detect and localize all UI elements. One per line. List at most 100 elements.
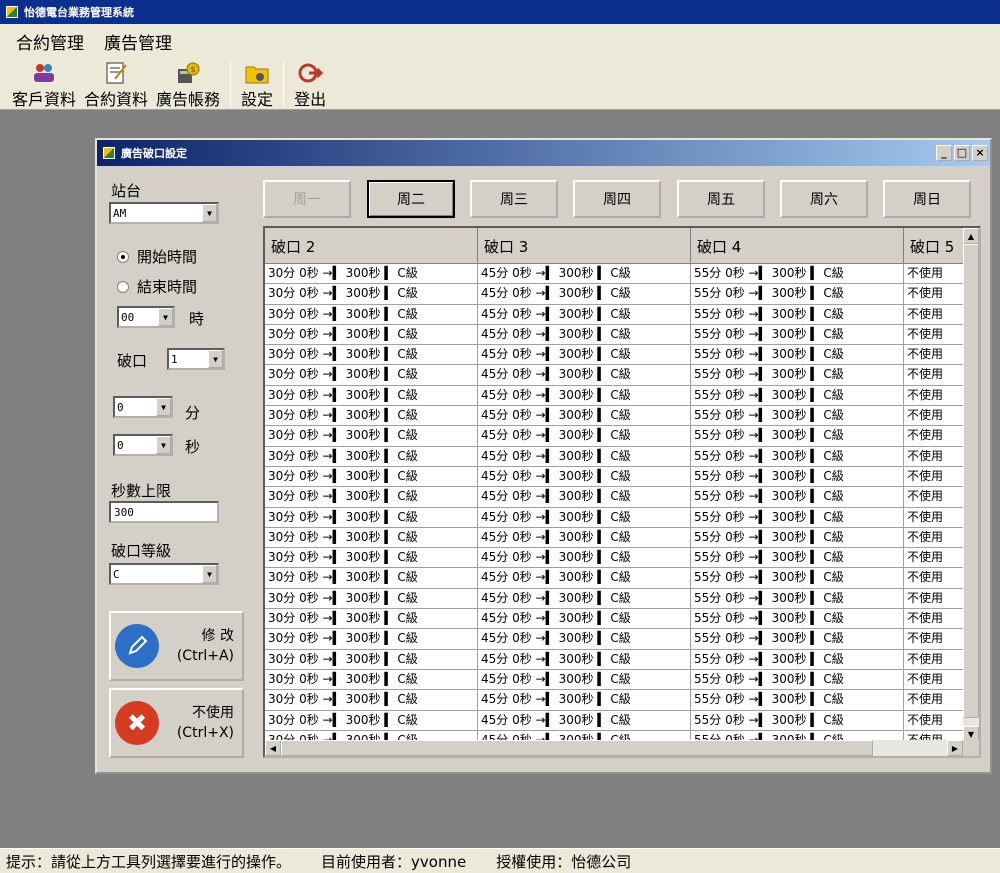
end-time-radio[interactable]: 結束時間 bbox=[117, 276, 197, 297]
table-cell[interactable]: 不使用 bbox=[904, 406, 966, 427]
table-cell[interactable]: 55分 0秒 →▍ 300秒 ▍ C級 bbox=[691, 568, 904, 589]
table-cell[interactable]: 45分 0秒 →▍ 300秒 ▍ C級 bbox=[478, 527, 691, 549]
table-row[interactable]: 30分 0秒 →▍ 300秒 ▍ C級45分 0秒 →▍ 300秒 ▍ C級55… bbox=[265, 527, 979, 549]
table-cell[interactable]: 45分 0秒 →▍ 300秒 ▍ C級 bbox=[478, 406, 691, 427]
table-cell[interactable]: 45分 0秒 →▍ 300秒 ▍ C級 bbox=[478, 548, 691, 569]
scroll-up-icon[interactable]: ▲ bbox=[963, 228, 979, 244]
table-cell[interactable]: 不使用 bbox=[904, 588, 966, 610]
tab-monday[interactable]: 周一 bbox=[263, 180, 351, 218]
table-row[interactable]: 30分 0秒 →▍ 300秒 ▍ C級45分 0秒 →▍ 300秒 ▍ C級55… bbox=[265, 548, 979, 569]
table-cell[interactable]: 55分 0秒 →▍ 300秒 ▍ C級 bbox=[691, 264, 904, 285]
table-cell[interactable]: 不使用 bbox=[904, 426, 966, 447]
table-cell[interactable]: 45分 0秒 →▍ 300秒 ▍ C級 bbox=[478, 264, 691, 285]
seconds-limit-input[interactable]: 300 bbox=[109, 501, 219, 523]
table-cell[interactable]: 55分 0秒 →▍ 300秒 ▍ C級 bbox=[691, 649, 904, 670]
table-cell[interactable]: 30分 0秒 →▍ 300秒 ▍ C級 bbox=[265, 609, 478, 630]
table-cell[interactable]: 55分 0秒 →▍ 300秒 ▍ C級 bbox=[691, 304, 904, 325]
toolbar-logout-button[interactable]: 登出 bbox=[290, 58, 330, 112]
table-row[interactable]: 30分 0秒 →▍ 300秒 ▍ C級45分 0秒 →▍ 300秒 ▍ C級55… bbox=[265, 690, 979, 711]
menu-contract[interactable]: 合約管理 bbox=[6, 25, 94, 58]
table-cell[interactable]: 45分 0秒 →▍ 300秒 ▍ C級 bbox=[478, 669, 691, 691]
table-row[interactable]: 30分 0秒 →▍ 300秒 ▍ C級45分 0秒 →▍ 300秒 ▍ C級55… bbox=[265, 446, 979, 467]
toolbar-contract-button[interactable]: 合約資料 bbox=[80, 58, 152, 112]
hour-select[interactable]: 00 ▼ bbox=[117, 306, 175, 328]
table-cell[interactable]: 45分 0秒 →▍ 300秒 ▍ C級 bbox=[478, 324, 691, 346]
table-cell[interactable]: 45分 0秒 →▍ 300秒 ▍ C級 bbox=[478, 507, 691, 528]
table-row[interactable]: 30分 0秒 →▍ 300秒 ▍ C級45分 0秒 →▍ 300秒 ▍ C級55… bbox=[265, 568, 979, 589]
minimize-button[interactable]: _ bbox=[936, 145, 952, 161]
table-cell[interactable]: 不使用 bbox=[904, 690, 966, 711]
table-cell[interactable]: 55分 0秒 →▍ 300秒 ▍ C級 bbox=[691, 527, 904, 549]
table-cell[interactable]: 55分 0秒 →▍ 300秒 ▍ C級 bbox=[691, 710, 904, 731]
table-cell[interactable]: 不使用 bbox=[904, 487, 966, 508]
table-row[interactable]: 30分 0秒 →▍ 300秒 ▍ C級45分 0秒 →▍ 300秒 ▍ C級55… bbox=[265, 426, 979, 447]
table-cell[interactable]: 30分 0秒 →▍ 300秒 ▍ C級 bbox=[265, 548, 478, 569]
table-cell[interactable]: 不使用 bbox=[904, 548, 966, 569]
grid-header-cell[interactable]: 破口 3 bbox=[478, 228, 691, 264]
table-cell[interactable]: 30分 0秒 →▍ 300秒 ▍ C級 bbox=[265, 365, 478, 386]
table-cell[interactable]: 55分 0秒 →▍ 300秒 ▍ C級 bbox=[691, 588, 904, 610]
table-row[interactable]: 30分 0秒 →▍ 300秒 ▍ C級45分 0秒 →▍ 300秒 ▍ C級55… bbox=[265, 345, 979, 366]
table-row[interactable]: 30分 0秒 →▍ 300秒 ▍ C級45分 0秒 →▍ 300秒 ▍ C級55… bbox=[265, 609, 979, 630]
table-cell[interactable]: 30分 0秒 →▍ 300秒 ▍ C級 bbox=[265, 568, 478, 589]
table-cell[interactable]: 55分 0秒 →▍ 300秒 ▍ C級 bbox=[691, 385, 904, 407]
toolbar-customers-button[interactable]: 客戶資料 bbox=[8, 58, 80, 112]
table-cell[interactable]: 不使用 bbox=[904, 466, 966, 488]
table-cell[interactable]: 不使用 bbox=[904, 345, 966, 366]
table-cell[interactable]: 55分 0秒 →▍ 300秒 ▍ C級 bbox=[691, 548, 904, 569]
grid-header-cell[interactable]: 破口 5 bbox=[904, 228, 966, 264]
table-cell[interactable]: 不使用 bbox=[904, 304, 966, 325]
table-cell[interactable]: 45分 0秒 →▍ 300秒 ▍ C級 bbox=[478, 345, 691, 366]
table-cell[interactable]: 45分 0秒 →▍ 300秒 ▍ C級 bbox=[478, 426, 691, 447]
table-cell[interactable]: 45分 0秒 →▍ 300秒 ▍ C級 bbox=[478, 588, 691, 610]
table-row[interactable]: 30分 0秒 →▍ 300秒 ▍ C級45分 0秒 →▍ 300秒 ▍ C級55… bbox=[265, 629, 979, 650]
vertical-scrollbar[interactable]: ▲ ▼ bbox=[963, 228, 979, 742]
grid-header-cell[interactable]: 破口 2 bbox=[265, 228, 478, 264]
table-cell[interactable]: 不使用 bbox=[904, 710, 966, 731]
table-cell[interactable]: 45分 0秒 →▍ 300秒 ▍ C級 bbox=[478, 649, 691, 670]
table-cell[interactable]: 55分 0秒 →▍ 300秒 ▍ C級 bbox=[691, 324, 904, 346]
table-cell[interactable]: 不使用 bbox=[904, 669, 966, 691]
table-cell[interactable]: 45分 0秒 →▍ 300秒 ▍ C級 bbox=[478, 629, 691, 650]
table-cell[interactable]: 30分 0秒 →▍ 300秒 ▍ C級 bbox=[265, 324, 478, 346]
second-select[interactable]: 0 ▼ bbox=[113, 434, 173, 456]
table-cell[interactable]: 45分 0秒 →▍ 300秒 ▍ C級 bbox=[478, 446, 691, 467]
table-cell[interactable]: 55分 0秒 →▍ 300秒 ▍ C級 bbox=[691, 426, 904, 447]
table-cell[interactable]: 55分 0秒 →▍ 300秒 ▍ C級 bbox=[691, 284, 904, 305]
tab-wednesday[interactable]: 周三 bbox=[470, 180, 558, 218]
break-level-select[interactable]: C ▼ bbox=[109, 563, 219, 585]
table-row[interactable]: 30分 0秒 →▍ 300秒 ▍ C級45分 0秒 →▍ 300秒 ▍ C級55… bbox=[265, 304, 979, 325]
table-row[interactable]: 30分 0秒 →▍ 300秒 ▍ C級45分 0秒 →▍ 300秒 ▍ C級55… bbox=[265, 669, 979, 691]
table-cell[interactable]: 55分 0秒 →▍ 300秒 ▍ C級 bbox=[691, 487, 904, 508]
table-cell[interactable]: 30分 0秒 →▍ 300秒 ▍ C級 bbox=[265, 446, 478, 467]
table-cell[interactable]: 不使用 bbox=[904, 446, 966, 467]
table-cell[interactable]: 45分 0秒 →▍ 300秒 ▍ C級 bbox=[478, 568, 691, 589]
table-cell[interactable]: 55分 0秒 →▍ 300秒 ▍ C級 bbox=[691, 609, 904, 630]
table-cell[interactable]: 30分 0秒 →▍ 300秒 ▍ C級 bbox=[265, 385, 478, 407]
table-cell[interactable]: 30分 0秒 →▍ 300秒 ▍ C級 bbox=[265, 649, 478, 670]
table-cell[interactable]: 55分 0秒 →▍ 300秒 ▍ C級 bbox=[691, 507, 904, 528]
table-cell[interactable]: 30分 0秒 →▍ 300秒 ▍ C級 bbox=[265, 304, 478, 325]
table-cell[interactable]: 30分 0秒 →▍ 300秒 ▍ C級 bbox=[265, 710, 478, 731]
table-cell[interactable]: 不使用 bbox=[904, 264, 966, 285]
start-time-radio[interactable]: 開始時間 bbox=[117, 246, 197, 267]
table-cell[interactable]: 30分 0秒 →▍ 300秒 ▍ C級 bbox=[265, 588, 478, 610]
table-cell[interactable]: 30分 0秒 →▍ 300秒 ▍ C級 bbox=[265, 345, 478, 366]
table-row[interactable]: 30分 0秒 →▍ 300秒 ▍ C級45分 0秒 →▍ 300秒 ▍ C級55… bbox=[265, 507, 979, 528]
menu-ads[interactable]: 廣告管理 bbox=[94, 25, 182, 58]
table-cell[interactable]: 55分 0秒 →▍ 300秒 ▍ C級 bbox=[691, 446, 904, 467]
table-cell[interactable]: 55分 0秒 →▍ 300秒 ▍ C級 bbox=[691, 690, 904, 711]
table-row[interactable]: 30分 0秒 →▍ 300秒 ▍ C級45分 0秒 →▍ 300秒 ▍ C級55… bbox=[265, 264, 979, 285]
table-cell[interactable]: 55分 0秒 →▍ 300秒 ▍ C級 bbox=[691, 669, 904, 691]
scroll-thumb[interactable] bbox=[963, 244, 979, 718]
table-row[interactable]: 30分 0秒 →▍ 300秒 ▍ C級45分 0秒 →▍ 300秒 ▍ C級55… bbox=[265, 385, 979, 407]
table-cell[interactable]: 30分 0秒 →▍ 300秒 ▍ C級 bbox=[265, 487, 478, 508]
table-cell[interactable]: 不使用 bbox=[904, 527, 966, 549]
table-cell[interactable]: 不使用 bbox=[904, 568, 966, 589]
horizontal-scrollbar[interactable]: ◀ ▶ bbox=[265, 740, 963, 756]
close-button[interactable]: × bbox=[972, 145, 988, 161]
grid-header-cell[interactable]: 破口 4 bbox=[691, 228, 904, 264]
scroll-left-icon[interactable]: ◀ bbox=[265, 740, 281, 756]
table-cell[interactable]: 30分 0秒 →▍ 300秒 ▍ C級 bbox=[265, 406, 478, 427]
table-cell[interactable]: 30分 0秒 →▍ 300秒 ▍ C級 bbox=[265, 527, 478, 549]
